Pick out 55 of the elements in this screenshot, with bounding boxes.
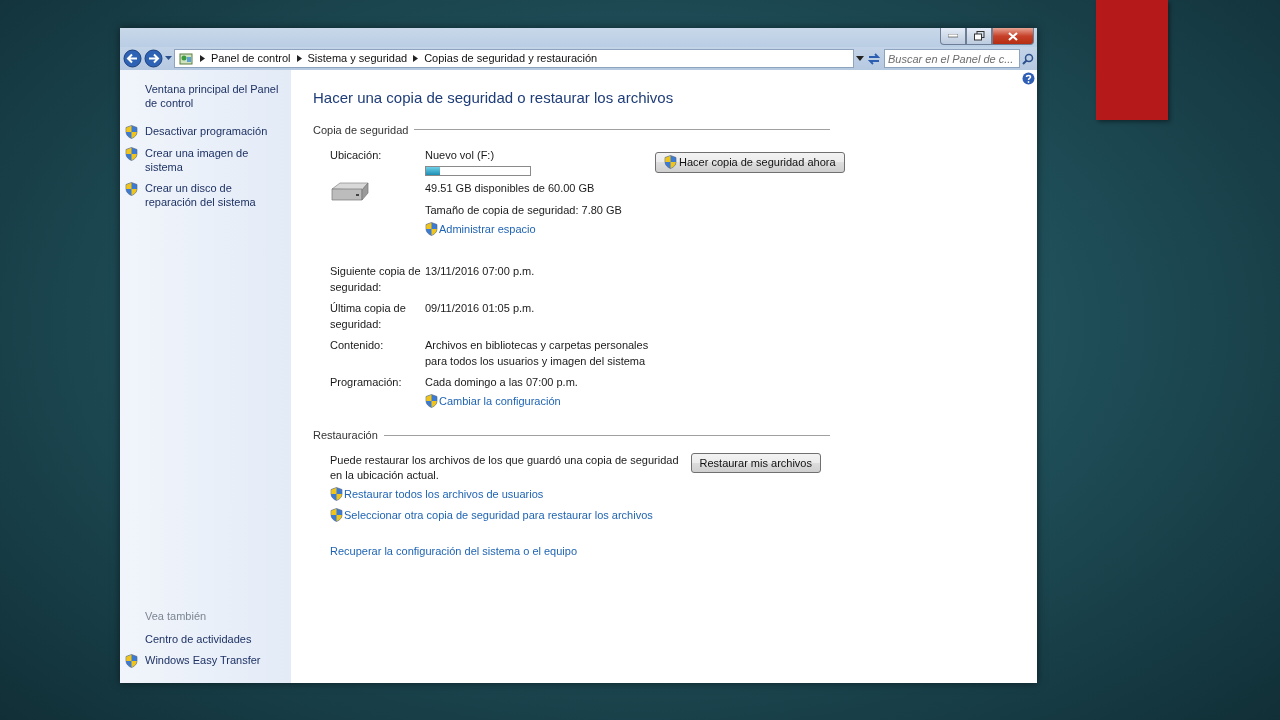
field-value: 09/11/2016 01:05 p.m. [425, 301, 535, 316]
drive-icon [330, 181, 370, 203]
chevron-icon[interactable] [413, 55, 419, 62]
field-value: 13/11/2016 07:00 p.m. [425, 264, 535, 279]
breadcrumb-item[interactable]: Panel de control [211, 50, 291, 67]
restore-link[interactable]: Seleccionar otra copia de seguridad para restaurar los archivos [330, 507, 653, 524]
shield-icon [425, 222, 438, 236]
change-settings-link[interactable]: Cambiar la configuración [425, 393, 561, 409]
field-label: Última copia de seguridad: [330, 301, 407, 332]
dropdown-icon[interactable] [856, 56, 864, 61]
breadcrumb-item[interactable]: Sistema y seguridad [307, 50, 408, 67]
chevron-icon[interactable] [296, 55, 302, 62]
drive-name: Nuevo vol (F:) [425, 148, 495, 163]
close-button[interactable] [992, 28, 1034, 45]
shield-icon [425, 394, 438, 408]
sidebar-link[interactable]: Crear una imagen de sistema [125, 146, 283, 175]
restore-link[interactable]: Restaurar todos los archivos de usuarios [330, 485, 544, 502]
field-label: Siguiente copia de seguridad: [330, 264, 422, 295]
back-icon[interactable] [123, 49, 142, 68]
field-label: Contenido: [330, 338, 385, 353]
control-panel-icon [179, 51, 194, 66]
backup-now-button[interactable]: Hacer copia de seguridad ahora [655, 152, 845, 173]
search-field[interactable]: Buscar en el Panel de c... [884, 49, 1020, 68]
section-heading: Restauración [313, 428, 378, 443]
restore-icon [973, 31, 985, 41]
field-label: Programación: [330, 375, 403, 390]
help-icon[interactable] [1022, 72, 1035, 85]
sidebar-link[interactable]: Desactivar programación [125, 124, 283, 140]
sidebar-link[interactable]: Crear un disco de reparación del sistema [125, 181, 283, 210]
shield-icon [664, 155, 677, 170]
restore-files-button[interactable]: Restaurar mis archivos [690, 452, 821, 473]
restore-description: Puede restaurar los archivos de los que guardó una copia de seguridad en la ubicación actual. [330, 452, 680, 483]
address-bar[interactable]: Panel de control Sistema y seguridad Copias de seguridad y restauración [174, 49, 854, 68]
restore-button[interactable] [966, 28, 992, 45]
close-icon [1008, 31, 1018, 41]
recover-settings-link[interactable]: Recuperar la configuración del sistema o el equipo [330, 542, 578, 559]
dropdown-icon[interactable] [165, 56, 172, 61]
field-value: Archivos en bibliotecas y carpetas personales para todos los usuarios y imagen del sistema [425, 338, 650, 369]
field-value: Cada domingo a las 07:00 p.m. [425, 375, 578, 390]
sidebar-link[interactable]: Ventana principal del Panel de control [125, 82, 283, 110]
chevron-icon[interactable] [200, 55, 205, 62]
search-icon[interactable] [1022, 52, 1034, 65]
backup-size-text: Tamaño de copia de seguridad: 7.80 GB [425, 203, 622, 218]
field-label: Ubicación: [330, 148, 383, 163]
manage-space-link[interactable]: Administrar espacio [425, 221, 536, 237]
forward-icon[interactable] [144, 49, 163, 68]
minimize-icon [948, 34, 958, 38]
see-also-heading: Vea también [144, 609, 208, 625]
sidebar-link[interactable]: Windows Easy Transfer [125, 652, 283, 668]
breadcrumb-item[interactable]: Copias de seguridad y restauración [424, 50, 598, 67]
refresh-icon[interactable] [866, 50, 882, 67]
free-space-text: 49.51 GB disponibles de 60.00 GB [425, 181, 595, 196]
sidebar-link[interactable]: Centro de actividades [125, 631, 283, 646]
page-title: Hacer una copia de seguridad o restaurar los archivos [313, 88, 675, 108]
section-heading: Copia de seguridad [313, 122, 409, 138]
